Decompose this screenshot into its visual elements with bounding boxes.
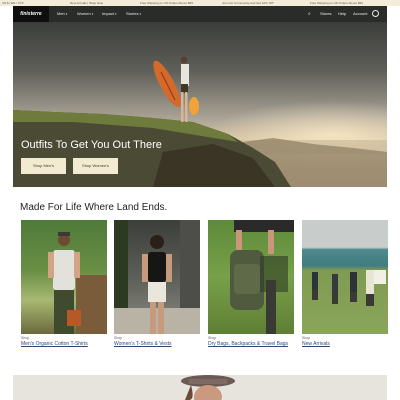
card-category: Shop [21,336,30,340]
card-link[interactable]: Men's Organic Cotton T-Shirts [21,341,107,347]
chevron-down-icon: ▾ [115,12,117,16]
brand-logo[interactable]: finisterre [13,6,49,22]
card-image[interactable] [208,220,294,334]
card-category: Shop [208,336,217,340]
feature-banner-image [181,375,235,400]
nav-item-men[interactable]: Men▾ [57,6,67,22]
card-photo-women-tshirt [114,220,200,334]
card-link[interactable]: Dry Bags, Backpacks & Travel Bags [208,341,294,347]
shop-womens-button[interactable]: Shop Women's [73,158,118,174]
card-category: Shop [302,336,311,340]
hero-image [13,56,387,187]
nav-item-label: Men [57,11,65,16]
card-image[interactable] [114,220,200,334]
card-photo-backpack [230,220,294,334]
nav-item-label: Impact [102,11,115,16]
account-link[interactable]: Account [353,6,367,22]
feature-banner[interactable] [13,375,387,400]
stores-link[interactable]: Stores [320,6,332,22]
chevron-down-icon: ▾ [65,12,68,16]
nav-item-label: Stories [126,11,139,16]
bag-icon[interactable] [372,10,379,17]
section-title: Made For Life Where Land Ends. [20,202,168,213]
chevron-down-icon: ▾ [139,12,141,16]
category-card[interactable]: Shop Women's T-Shirts & Vests [114,220,200,347]
shop-mens-button[interactable]: Shop Men's [21,158,66,174]
card-photo-men-tshirt [48,232,107,334]
card-link[interactable]: New Arrivals [302,341,388,347]
main-navigation: finisterre Men▾ Women▾ Impact▾ Stories▾ … [13,6,387,22]
card-photo-new-arrivals [312,270,386,306]
hero-banner: Outfits To Get You Out There Shop Men's … [13,22,387,187]
search-icon[interactable]: ⌕ [308,6,311,22]
nav-item-impact[interactable]: Impact▾ [102,6,117,22]
nav-item-women[interactable]: Women▾ [77,6,93,22]
card-category: Shop [114,336,123,340]
category-card[interactable]: Shop Men's Organic Cotton T-Shirts [21,220,107,347]
card-image[interactable] [302,220,388,334]
card-link[interactable]: Women's T-Shirts & Vests [114,341,200,347]
help-link[interactable]: Help [338,6,346,22]
nav-item-label: Women [77,11,91,16]
category-card[interactable]: Shop New Arrivals [302,220,388,347]
category-card[interactable]: Shop Dry Bags, Backpacks & Travel Bags [208,220,294,347]
chevron-down-icon: ▾ [91,12,94,16]
nav-item-stories[interactable]: Stories▾ [126,6,141,22]
hero-title: Outfits To Get You Out There [21,139,162,151]
card-image[interactable] [21,220,107,334]
